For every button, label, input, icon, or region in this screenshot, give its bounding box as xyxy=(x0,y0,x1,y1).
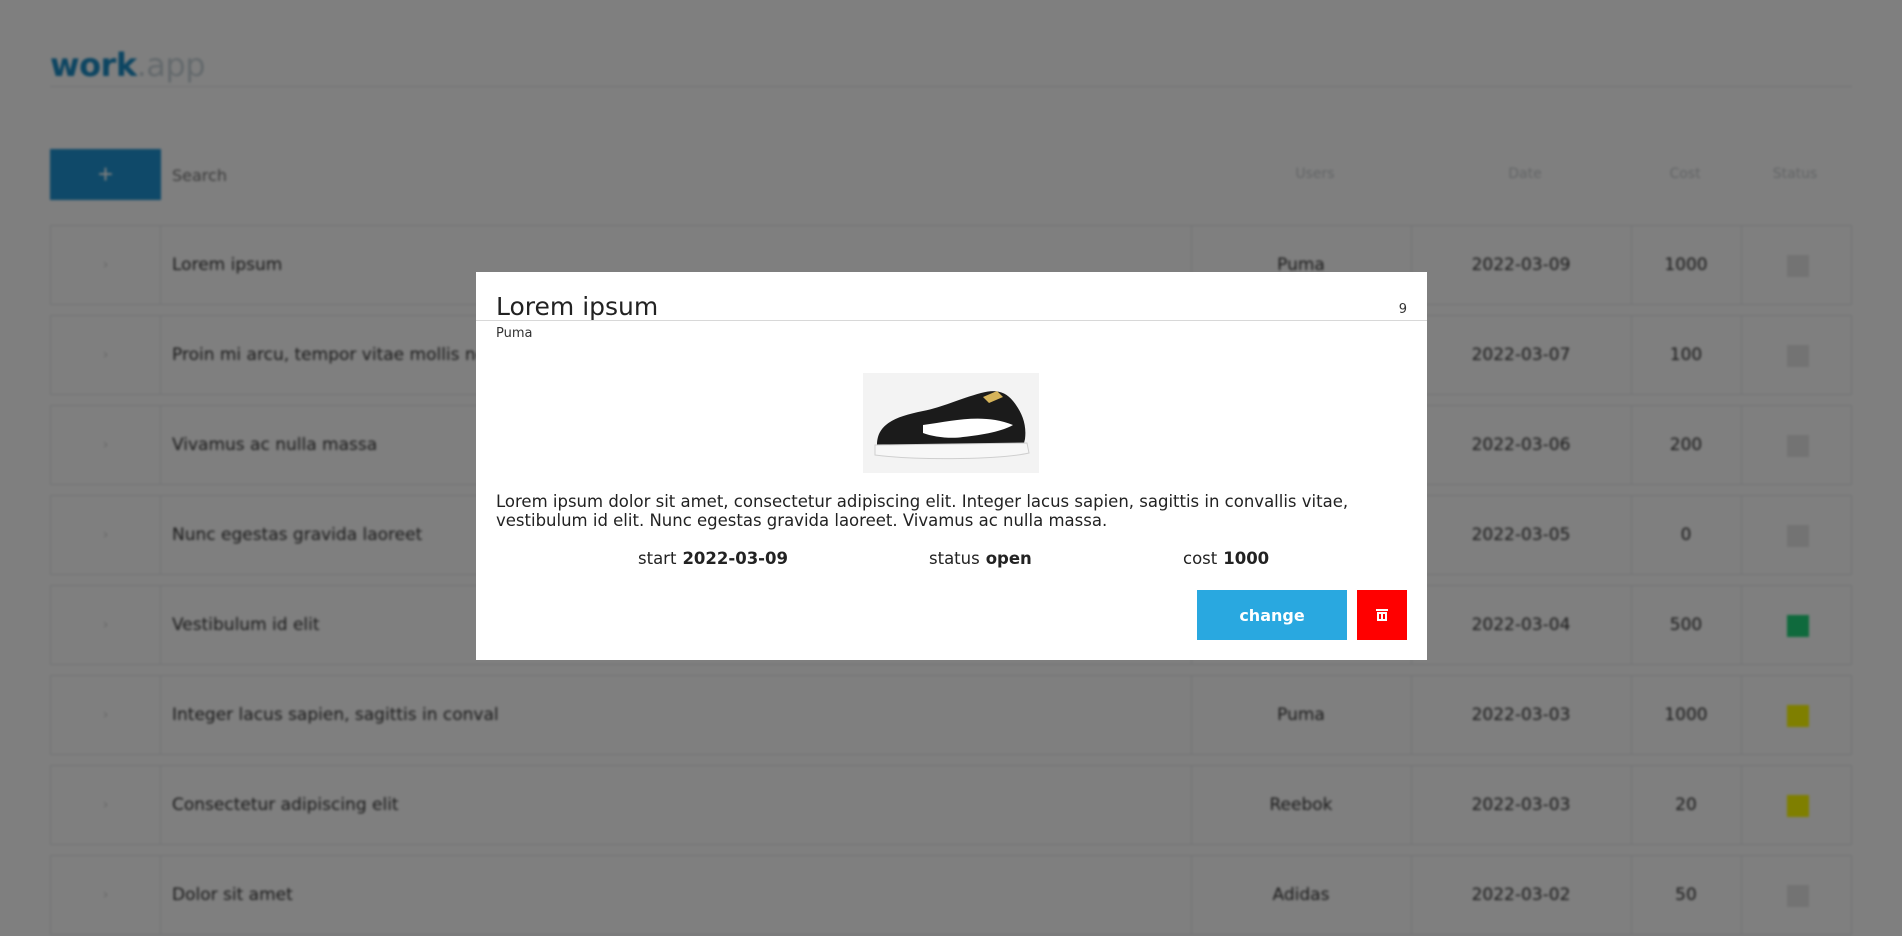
modal-item-id: 9 xyxy=(1398,302,1407,317)
modal-title-divider xyxy=(476,320,1427,321)
modal-description: Lorem ipsum dolor sit amet, consectetur … xyxy=(496,492,1349,530)
sneaker-icon xyxy=(874,391,1030,460)
modal-cost: cost 1000 xyxy=(1183,549,1269,568)
modal-brand: Puma xyxy=(496,326,533,341)
modal-status: status open xyxy=(929,549,1032,568)
start-value: 2022-03-09 xyxy=(682,549,788,568)
change-button[interactable]: change xyxy=(1197,590,1347,640)
modal-start: start 2022-03-09 xyxy=(638,549,788,568)
status-label: status xyxy=(929,549,980,568)
delete-button[interactable] xyxy=(1357,590,1407,640)
cost-value: 1000 xyxy=(1223,549,1270,568)
trash-icon xyxy=(1376,609,1388,621)
cost-label: cost xyxy=(1183,549,1218,568)
item-detail-modal: Lorem ipsum 9 Puma Lorem ipsum dolor sit… xyxy=(476,272,1427,660)
modal-title: Lorem ipsum xyxy=(496,292,659,321)
product-image xyxy=(863,373,1039,473)
status-value: open xyxy=(985,549,1032,568)
start-label: start xyxy=(638,549,677,568)
